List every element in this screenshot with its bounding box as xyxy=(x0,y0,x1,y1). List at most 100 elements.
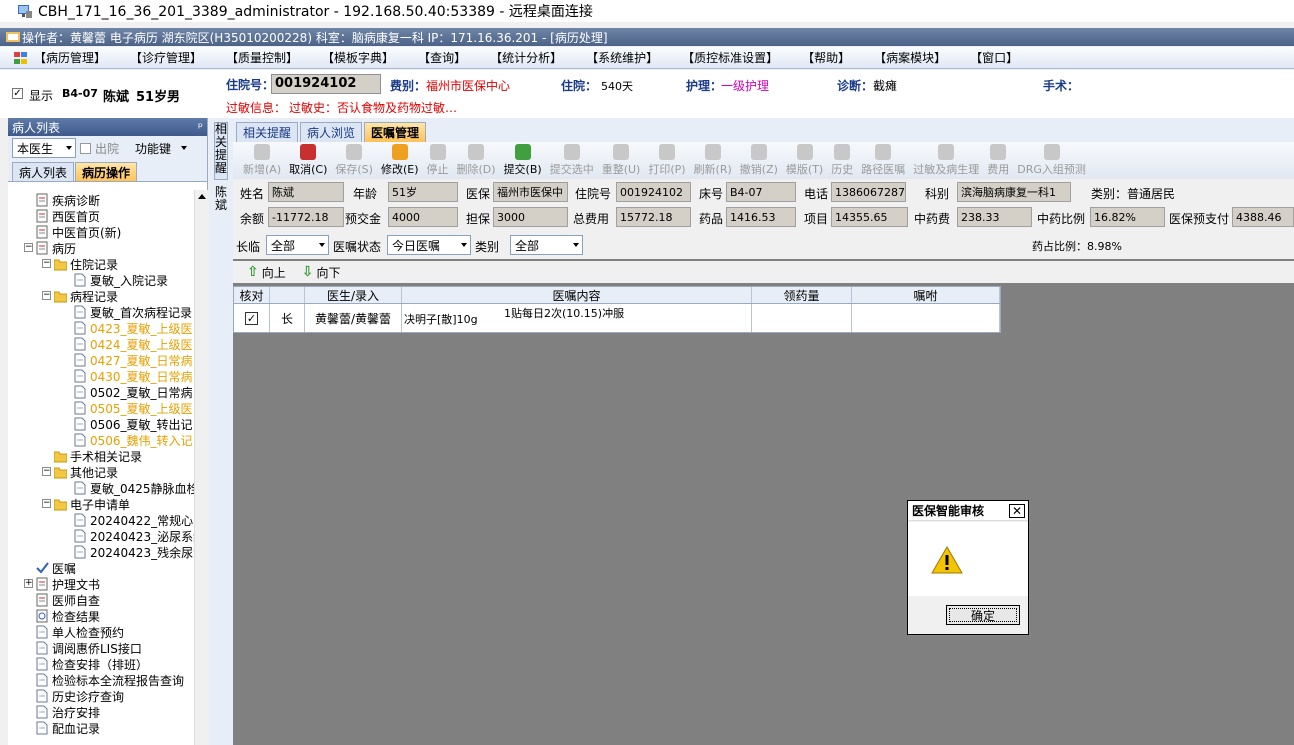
refresh-label: 刷新(R) xyxy=(693,163,732,176)
submit-button[interactable]: 提交(B) xyxy=(504,143,542,179)
menu-quality-control[interactable]: 【质量控制】 xyxy=(226,49,298,66)
tree-item[interactable]: 检查安排（排班） xyxy=(36,656,148,672)
tab-patient-list[interactable]: 病人列表 xyxy=(12,162,75,181)
drg-prediction-button[interactable]: DRG入组预测 xyxy=(1017,143,1086,179)
menu-case-module[interactable]: 【病案模块】 xyxy=(874,49,946,66)
collapse-icon[interactable]: − xyxy=(42,467,51,476)
tree-item[interactable]: 手术相关记录 xyxy=(54,448,142,464)
menu-templates[interactable]: 【模板字典】 xyxy=(322,49,394,66)
collapse-icon[interactable]: − xyxy=(42,291,51,300)
print-button[interactable]: 打印(P) xyxy=(648,143,686,179)
save-button[interactable]: 保存(S) xyxy=(335,143,373,179)
type-select[interactable]: 全部 xyxy=(510,235,583,255)
reorganize-label: 重整(U) xyxy=(601,163,641,176)
chevron-down-icon xyxy=(461,243,467,247)
pin-icon[interactable]: ᵖ xyxy=(198,120,203,134)
submit-selected-button[interactable]: 提交选中 xyxy=(550,143,594,179)
menu-help[interactable]: 【帮助】 xyxy=(802,49,850,66)
tree-item[interactable]: 其他记录 xyxy=(54,464,118,480)
tab-patient-browse[interactable]: 病人浏览 xyxy=(300,122,363,142)
tree-item[interactable]: 调阅惠侨LIS接口 xyxy=(36,640,142,656)
show-checkbox[interactable]: ✓ xyxy=(12,88,23,99)
collapse-icon[interactable]: − xyxy=(42,259,51,268)
tree-item[interactable]: 电子申请单 xyxy=(54,496,130,512)
tree-item[interactable]: 单人检查预约 xyxy=(36,624,124,640)
tree-item[interactable]: 病程记录 xyxy=(54,288,118,304)
expand-icon[interactable]: + xyxy=(24,579,33,588)
tree-item[interactable]: 历史诊疗查询 xyxy=(36,688,124,704)
tab-record-operations[interactable]: 病历操作 xyxy=(75,162,138,181)
menu-medical-records[interactable]: 【病历管理】 xyxy=(34,49,106,66)
tree-item[interactable]: 0430_夏敏_日常病 xyxy=(74,368,193,384)
vtab-reminders[interactable]: 相关提醒 xyxy=(214,122,228,180)
tree-item[interactable]: 0424_夏敏_上级医 xyxy=(74,336,193,352)
tree-item[interactable]: 治疗安排 xyxy=(36,704,100,720)
tree-item[interactable]: 0502_夏敏_日常病 xyxy=(74,384,193,400)
move-up-button[interactable]: 向上 xyxy=(262,264,286,281)
tree-scrollbar[interactable] xyxy=(194,190,208,745)
tree-item[interactable]: 住院记录 xyxy=(54,256,118,272)
reorganize-button[interactable]: 重整(U) xyxy=(601,143,641,179)
cost-button[interactable]: 费用 xyxy=(987,143,1009,179)
menu-diagnosis[interactable]: 【诊疗管理】 xyxy=(130,49,202,66)
tcm-field: 238.33 xyxy=(957,207,1032,227)
discharge-checkbox[interactable] xyxy=(80,142,91,154)
history-button[interactable]: 历史 xyxy=(831,143,853,179)
tree-item[interactable]: 西医首页 xyxy=(36,208,100,224)
tree-item[interactable]: 0427_夏敏_日常病 xyxy=(74,352,193,368)
scroll-up-icon[interactable] xyxy=(198,194,206,199)
tree-item[interactable]: 护理文书 xyxy=(36,576,100,592)
tab-reminders[interactable]: 相关提醒 xyxy=(236,122,299,142)
collapse-icon[interactable]: − xyxy=(24,243,33,252)
tree-item[interactable]: 医师自查 xyxy=(36,592,100,608)
tree-item[interactable]: 配血记录 xyxy=(36,720,100,736)
menu-system[interactable]: 【系统维护】 xyxy=(586,49,658,66)
close-icon[interactable]: ✕ xyxy=(1009,504,1025,518)
grid-header: 核对 医生/录入 医嘱内容 领药量 嘱咐 xyxy=(234,287,1000,304)
tree-item[interactable]: 20240423_残余尿测 xyxy=(74,544,194,560)
operator-info: 操作者：黄馨蕾 电子病历 湖东院区(H35010200228) 科室：脑病康复一… xyxy=(22,30,608,45)
tree-item[interactable]: 医嘱 xyxy=(36,560,76,576)
menu-window[interactable]: 【窗口】 xyxy=(970,49,1018,66)
vtab-patient[interactable]: 陈斌 xyxy=(214,186,228,216)
template-button[interactable]: 模版(T) xyxy=(786,143,823,179)
revoke-button[interactable]: 撤销(Z) xyxy=(740,143,778,179)
pathway-orders-button[interactable]: 路径医嘱 xyxy=(861,143,905,179)
tree-item[interactable]: 20240422_常规心电 xyxy=(74,512,194,528)
tree-item[interactable]: 0423_夏敏_上级医 xyxy=(74,320,193,336)
tree-item[interactable]: 中医首页(新) xyxy=(36,224,121,240)
term-select[interactable]: 全部 xyxy=(266,235,329,255)
tree-item[interactable]: 夏敏_首次病程记录 xyxy=(74,304,192,320)
menu-statistics[interactable]: 【统计分析】 xyxy=(490,49,562,66)
refresh-button[interactable]: 刷新(R) xyxy=(694,143,732,179)
collapse-icon[interactable]: − xyxy=(42,499,51,508)
menu-query[interactable]: 【查询】 xyxy=(418,49,466,66)
tree-item[interactable]: 夏敏_0425静脉血栓 xyxy=(74,480,194,496)
stop-button[interactable]: 停止 xyxy=(427,143,449,179)
tree-item[interactable]: 0505_夏敏_上级医 xyxy=(74,400,193,416)
tree-item[interactable]: 检查结果 xyxy=(36,608,100,624)
tree-item[interactable]: 病历 xyxy=(36,240,76,256)
ok-button[interactable]: 确定 xyxy=(946,605,1020,625)
tab-order-management[interactable]: 医嘱管理 xyxy=(364,122,427,142)
cancel-button[interactable]: 取消(C) xyxy=(289,143,327,179)
table-row[interactable]: ✓ 长 黄馨蕾/黄馨蕾 决明子[散]10g 1贴每日2次(10.15)冲服 xyxy=(234,304,1000,332)
allergy-physiology-button[interactable]: 过敏及病生理 xyxy=(913,143,979,179)
menu-qc-standards[interactable]: 【质控标准设置】 xyxy=(682,49,778,66)
doctor-select[interactable]: 本医生 xyxy=(12,138,76,158)
tree-item[interactable]: 20240423_泌尿系统 xyxy=(74,528,194,544)
function-key-dropdown[interactable]: 功能键 xyxy=(135,140,171,157)
tree-item[interactable]: 疾病诊断 xyxy=(36,192,100,208)
tree-item[interactable]: 0506_夏敏_转出记 xyxy=(74,416,193,432)
tree-item[interactable]: 夏敏_入院记录 xyxy=(74,272,168,288)
move-down-button[interactable]: 向下 xyxy=(316,264,340,281)
tree-item[interactable]: 0506_魏伟_转入记 xyxy=(74,432,193,448)
delete-button[interactable]: 删除(D) xyxy=(457,143,496,179)
verify-checkbox[interactable]: ✓ xyxy=(245,311,258,325)
content-cell: 决明子[散]10g 1贴每日2次(10.15)冲服 xyxy=(402,304,752,332)
allergy-value: 过敏史：否认食物及药物过敏… xyxy=(289,101,458,115)
status-select[interactable]: 今日医嘱 xyxy=(387,235,471,255)
new-button[interactable]: 新增(A) xyxy=(243,143,281,179)
tree-item[interactable]: 检验标本全流程报告查询 xyxy=(36,672,184,688)
edit-button[interactable]: 修改(E) xyxy=(381,143,419,179)
